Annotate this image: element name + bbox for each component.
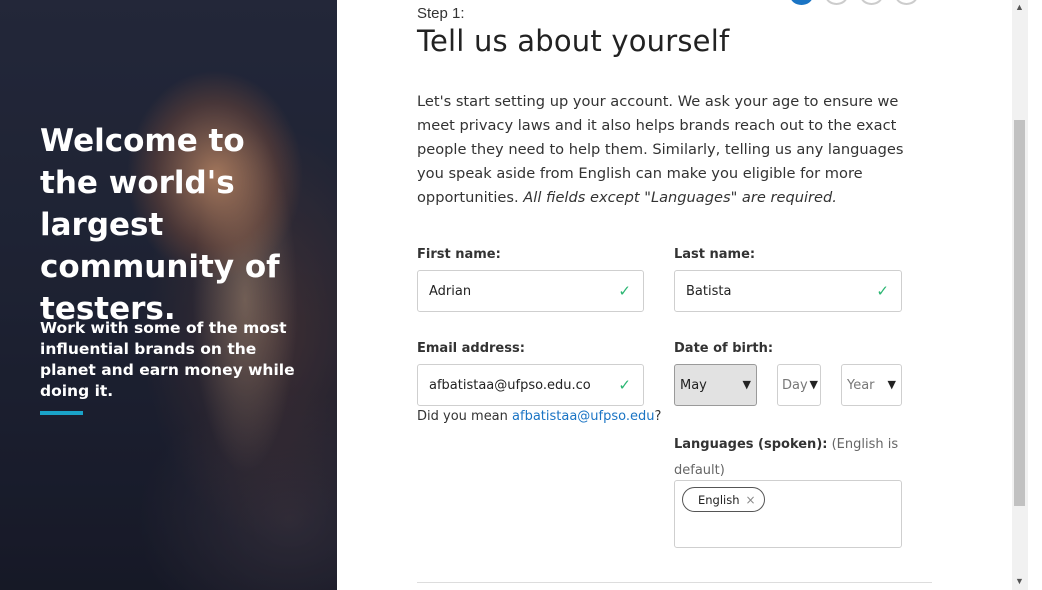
step-dot-1 xyxy=(790,0,813,5)
form-divider xyxy=(417,582,932,583)
email-label: Email address: xyxy=(417,341,525,356)
last-name-field[interactable]: Batista ✓ xyxy=(674,270,902,312)
step-dot-2 xyxy=(825,0,848,5)
step-dot-3 xyxy=(860,0,883,5)
intro-required-note: All fields except "Languages" are requir… xyxy=(523,189,837,206)
email-suggestion: Did you mean afbatistaa@ufpso.edu? xyxy=(417,409,661,424)
hero-accent-bar xyxy=(40,411,83,415)
languages-input[interactable]: English × xyxy=(674,480,902,548)
first-name-label: First name: xyxy=(417,247,501,262)
first-name-field[interactable]: Adrian ✓ xyxy=(417,270,644,312)
scroll-thumb[interactable] xyxy=(1014,120,1025,506)
languages-label-text: Languages (spoken): xyxy=(674,437,828,452)
close-icon[interactable]: × xyxy=(746,493,756,507)
checkmark-icon: ✓ xyxy=(876,282,889,300)
email-suggestion-suffix: ? xyxy=(654,409,662,424)
email-suggestion-prefix: Did you mean xyxy=(417,409,513,424)
dob-day-value: Day xyxy=(782,377,808,393)
chevron-down-icon: ▼ xyxy=(742,378,751,391)
first-name-value: Adrian xyxy=(429,283,472,299)
step-progress xyxy=(790,0,918,5)
last-name-label: Last name: xyxy=(674,247,756,262)
dob-year-select[interactable]: Year ▼ xyxy=(841,364,902,406)
dob-label: Date of birth: xyxy=(674,341,774,356)
hero-panel: Welcome to the world's largest community… xyxy=(0,0,337,590)
chevron-down-icon: ▼ xyxy=(887,378,896,391)
language-chip: English × xyxy=(682,487,765,512)
intro-text: Let's start setting up your account. We … xyxy=(417,90,927,210)
scroll-down-arrow-icon[interactable]: ▼ xyxy=(1015,576,1024,586)
dob-month-select[interactable]: May ▼ xyxy=(674,364,757,406)
languages-label: Languages (spoken): (English is default) xyxy=(674,432,904,484)
step-dot-4 xyxy=(895,0,918,5)
page-title: Tell us about yourself xyxy=(417,24,730,58)
step-label: Step 1: xyxy=(417,5,465,22)
scroll-up-arrow-icon[interactable]: ▲ xyxy=(1015,2,1024,12)
checkmark-icon: ✓ xyxy=(618,282,631,300)
hero-subtitle: Work with some of the most influential b… xyxy=(40,319,295,400)
chevron-down-icon: ▼ xyxy=(809,378,818,391)
page-scrollbar[interactable]: ▲ ▼ xyxy=(1012,0,1028,590)
language-chip-label: English xyxy=(698,492,740,507)
email-suggestion-link[interactable]: afbatistaa@ufpso.edu xyxy=(512,409,654,424)
dob-day-select[interactable]: Day ▼ xyxy=(777,364,821,406)
dob-year-value: Year xyxy=(847,377,875,393)
last-name-value: Batista xyxy=(686,283,732,299)
email-value: afbatistaa@ufpso.edu.co xyxy=(429,377,591,393)
checkmark-icon: ✓ xyxy=(618,376,631,394)
hero-title: Welcome to the world's largest community… xyxy=(40,123,280,327)
dob-month-value: May xyxy=(680,377,707,393)
email-field[interactable]: afbatistaa@ufpso.edu.co ✓ xyxy=(417,364,644,406)
